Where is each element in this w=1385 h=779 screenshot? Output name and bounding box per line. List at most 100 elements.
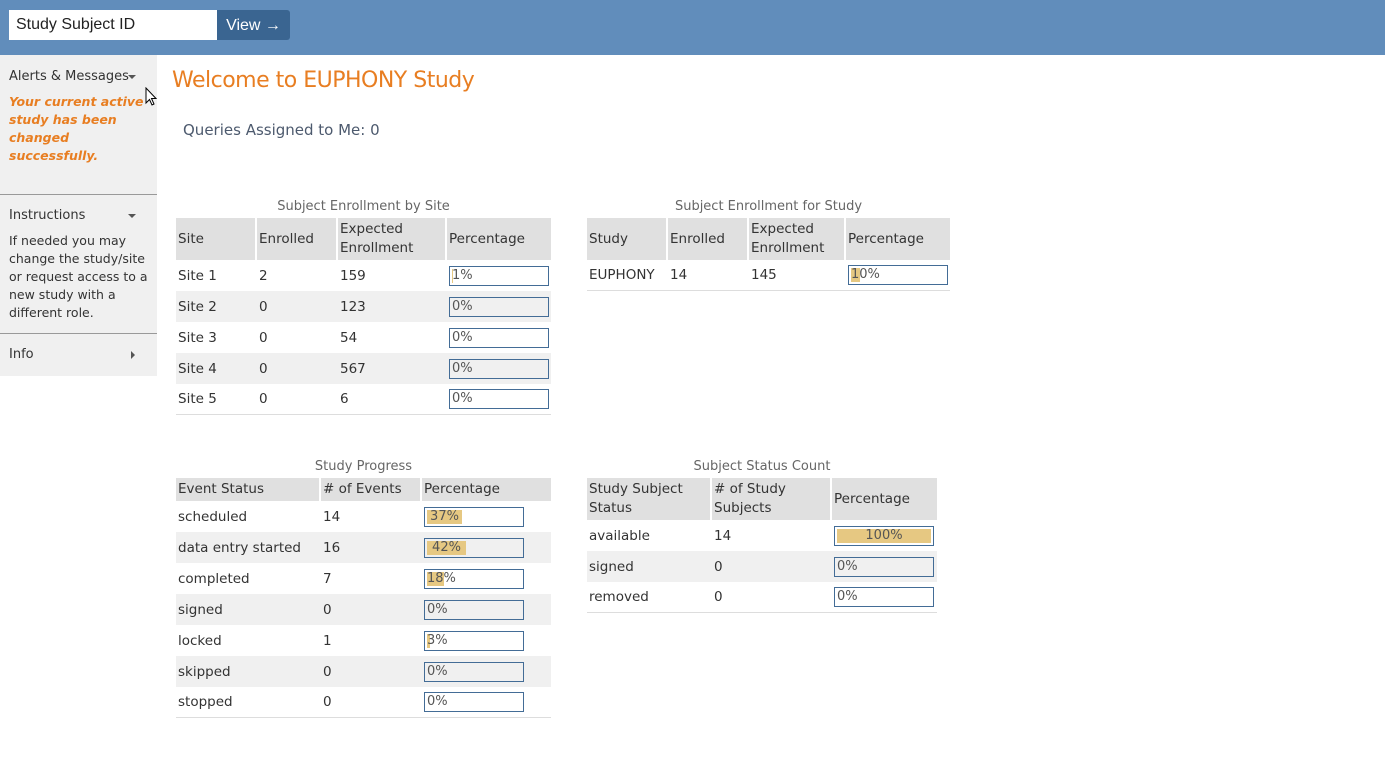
table-row: Site 5 0 6 0% xyxy=(176,384,551,415)
table-cell: removed xyxy=(587,582,712,613)
column-header: Enrolled xyxy=(668,218,749,260)
table-row: Site 3 0 54 0% xyxy=(176,322,551,353)
percentage-label: 0% xyxy=(427,663,448,679)
table-row: data entry started 16 42% xyxy=(176,532,551,563)
percentage-progress-bar: 0% xyxy=(834,587,934,607)
table-cell: 0 xyxy=(257,353,338,384)
table-row: available 14 100% xyxy=(587,520,937,551)
table-caption: Subject Enrollment for Study xyxy=(674,199,863,214)
chevron-down-icon[interactable] xyxy=(128,75,136,79)
table-row: signed 0 0% xyxy=(176,594,551,625)
info-toggle[interactable]: Info xyxy=(9,347,34,362)
table-row: stopped 0 0% xyxy=(176,687,551,718)
percentage-cell: 0% xyxy=(447,291,551,322)
percentage-label: 37% xyxy=(430,508,459,524)
chevron-right-icon[interactable] xyxy=(131,351,135,359)
alerts-messages-toggle[interactable]: Alerts & Messages xyxy=(9,69,129,84)
table-cell: 123 xyxy=(338,291,447,322)
table-cell: 14 xyxy=(668,260,749,291)
percentage-progress-bar: 3% xyxy=(424,630,524,651)
percentage-label: 18% xyxy=(427,570,456,586)
table-cell: available xyxy=(589,527,650,544)
percentage-label: 1% xyxy=(452,267,473,283)
mouse-cursor-icon xyxy=(145,87,158,106)
column-header: Percentage xyxy=(832,478,937,520)
table-row: Site 1 2 159 1% xyxy=(176,260,551,291)
table-row: removed 0 0% xyxy=(587,582,937,613)
table-cell: 14 xyxy=(714,527,732,544)
table-row: Site 4 0 567 0% xyxy=(176,353,551,384)
view-button[interactable]: View → xyxy=(217,10,290,40)
column-header: Percentage xyxy=(447,218,551,260)
percentage-label: 0% xyxy=(452,391,473,406)
percentage-progress-bar: 0% xyxy=(424,692,524,712)
table-caption: Subject Enrollment by Site xyxy=(277,199,450,214)
table-cell: 0 xyxy=(712,551,832,582)
table-row: completed 7 18% xyxy=(176,563,551,594)
enrollment-for-study-table: Study Enrolled Expected Enrollment Percenta… xyxy=(587,218,950,291)
divider xyxy=(0,194,157,195)
percentage-progress-bar: 0% xyxy=(449,358,549,379)
percentage-cell: 1% xyxy=(447,260,551,291)
percentage-label: 0% xyxy=(427,694,448,709)
percentage-label: 10% xyxy=(851,267,880,282)
table-cell: 159 xyxy=(340,267,366,284)
column-header: # of Study Subjects xyxy=(712,478,832,520)
column-header: Event Status xyxy=(176,478,321,501)
table-cell: signed xyxy=(176,594,321,625)
table-cell: Site 1 xyxy=(178,267,217,284)
percentage-cell: 10% xyxy=(846,260,950,291)
table-cell: 0 xyxy=(259,329,268,346)
chevron-down-icon[interactable] xyxy=(128,214,136,218)
table-caption: Subject Status Count xyxy=(693,459,831,474)
table-cell: completed xyxy=(178,570,250,587)
percentage-progress-bar: 37% xyxy=(424,506,524,527)
percentage-label: 0% xyxy=(837,589,858,604)
percentage-progress-bar: 10% xyxy=(848,265,948,285)
table-cell: 14 xyxy=(323,508,341,525)
table-row: locked 1 3% xyxy=(176,625,551,656)
percentage-progress-bar: 18% xyxy=(424,568,524,589)
table-cell: 0 xyxy=(321,594,422,625)
column-header: # of Events xyxy=(321,478,422,501)
table-cell: 6 xyxy=(338,384,447,415)
percentage-progress-bar: 0% xyxy=(449,327,549,348)
instructions-text: If needed you may change the study/site … xyxy=(9,233,148,320)
table-cell: scheduled xyxy=(178,508,248,525)
table-cell: 567 xyxy=(338,353,447,384)
percentage-cell: 0% xyxy=(422,594,551,625)
enrollment-for-study-widget: Subject Enrollment for Study Study Enroll… xyxy=(587,196,950,291)
table-cell: stopped xyxy=(176,687,321,718)
percentage-label: 0% xyxy=(452,298,473,314)
column-header: Expected Enrollment xyxy=(338,218,447,260)
table-row: scheduled 14 37% xyxy=(176,501,551,532)
column-header: Percentage xyxy=(422,478,551,501)
table-cell: 0 xyxy=(257,291,338,322)
column-header: Expected Enrollment xyxy=(749,218,846,260)
top-bar: View → xyxy=(0,0,1385,55)
percentage-label: 0% xyxy=(452,360,473,376)
percentage-label: 0% xyxy=(427,601,448,617)
queries-assigned-link[interactable]: Queries Assigned to Me: 0 xyxy=(183,121,380,139)
table-row: signed 0 0% xyxy=(587,551,937,582)
percentage-cell: 0% xyxy=(447,353,551,384)
study-subject-id-input[interactable] xyxy=(9,10,217,40)
instructions-toggle[interactable]: Instructions xyxy=(9,208,85,223)
column-header: Study xyxy=(587,218,668,260)
table-cell: EUPHONY xyxy=(587,260,668,291)
table-cell: 145 xyxy=(749,260,846,291)
study-progress-table: Event Status # of Events Percentage schedul… xyxy=(176,478,551,718)
table-cell: Site 2 xyxy=(176,291,257,322)
percentage-progress-bar: 42% xyxy=(424,537,524,558)
sidebar: Alerts & Messages Your current active st… xyxy=(0,55,157,376)
percentage-label: 100% xyxy=(865,527,903,543)
percentage-label: 3% xyxy=(427,632,448,648)
table-cell: 7 xyxy=(323,570,332,587)
percentage-progress-bar: 0% xyxy=(424,599,524,620)
percentage-progress-bar: 0% xyxy=(449,389,549,409)
table-caption: Study Progress xyxy=(314,459,413,474)
table-cell: skipped xyxy=(176,656,321,687)
table-cell: locked xyxy=(178,632,222,649)
table-cell: Site 3 xyxy=(178,329,217,346)
table-cell: 0 xyxy=(321,656,422,687)
